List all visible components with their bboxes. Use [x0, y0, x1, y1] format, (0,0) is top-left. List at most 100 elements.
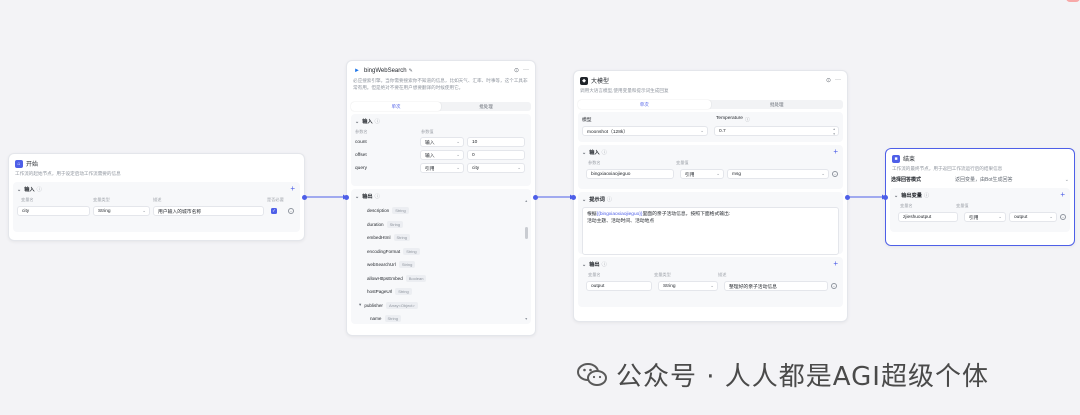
output-desc-input[interactable]: 整理好的亲子活动信息 — [724, 281, 828, 291]
list-item: name String — [370, 312, 527, 324]
model-select[interactable]: moonshot（128k） ⌄ — [582, 126, 708, 136]
tab-batch[interactable]: 批处理 — [441, 102, 531, 111]
required-checkbox[interactable]: ✓ — [271, 208, 277, 214]
var-name-input[interactable]: city — [17, 206, 90, 216]
start-node[interactable]: ⌂ 开始 工作流的起始节点，用于设定启动工作流需要的信息 ⌄ 输入 ⓘ + 变量名 … — [8, 153, 307, 241]
chevron-down-icon[interactable]: ⌄ — [355, 119, 359, 125]
info-icon: ⓘ — [923, 193, 930, 199]
run-icon[interactable]: ⊙ — [514, 67, 519, 74]
temperature-input[interactable]: 0.7 ▴ ▾ — [713, 126, 839, 136]
edit-icon[interactable]: ✎ — [409, 68, 413, 74]
output-var-title: 输出变量 — [901, 193, 922, 199]
end-node[interactable]: ■ 结束 工作流的最终节点，用于返回工作流运行后的结果信息 选择回答模式 返回变… — [883, 148, 1075, 246]
col-required: 是否必要 — [267, 197, 284, 202]
more-icon[interactable]: ··· — [835, 77, 841, 84]
output-name-field[interactable]: output — [586, 281, 652, 291]
chevron-down-icon[interactable]: ⌄ — [582, 150, 586, 156]
chevron-down-icon[interactable]: ⌄ — [17, 187, 21, 193]
input-port[interactable] — [344, 195, 349, 200]
info-icon: ⓘ — [606, 197, 612, 203]
chevron-down-icon[interactable]: ⌄ — [582, 262, 586, 268]
chevron-down-icon[interactable]: ⌄ — [355, 194, 359, 200]
remove-icon[interactable]: − — [288, 208, 294, 214]
remove-icon[interactable]: − — [1060, 214, 1066, 220]
mode-tabs: 单次 批处理 — [351, 102, 531, 111]
info-icon: ⓘ — [36, 187, 42, 193]
add-input-button[interactable]: + — [833, 148, 838, 156]
tab-batch[interactable]: 批处理 — [711, 100, 844, 109]
col-var-type: 变量类型 — [654, 272, 671, 277]
param-value-input[interactable]: 10 — [467, 137, 525, 147]
param-mode-select[interactable]: 输入 ⌄ — [420, 137, 464, 147]
bing-title: bingWebSearch — [364, 67, 407, 74]
output-port[interactable] — [533, 195, 538, 200]
prompt-editor[interactable]: 根据{{bingxiaoxiaojieguo}}里面的亲子活动信息，按照下面格式… — [582, 207, 839, 255]
list-item: webSearchUrl String — [367, 258, 527, 272]
list-item: encodingFormat String — [367, 245, 527, 259]
info-icon: ⓘ — [601, 262, 607, 268]
prompt-variable: {{bingxiaoxiaojieguo}} — [596, 212, 643, 217]
col-param-name: 参数名 — [588, 160, 601, 165]
input-name-field[interactable]: bingxiaoxiaojieguo — [586, 169, 674, 179]
output-port[interactable] — [302, 195, 307, 200]
run-icon[interactable]: ⊙ — [826, 77, 831, 84]
add-output-button[interactable]: + — [1060, 191, 1065, 199]
end-icon: ■ — [892, 154, 900, 163]
add-input-button[interactable]: + — [290, 185, 295, 193]
more-icon[interactable]: ··· — [523, 67, 529, 74]
end-var-name-field[interactable]: zjieshuoutput — [898, 212, 958, 222]
tab-single[interactable]: 单次 — [578, 100, 711, 109]
llm-title: 大模型 — [591, 79, 610, 85]
param-value-select[interactable]: city ⌄ — [467, 163, 525, 173]
input-port[interactable] — [571, 195, 576, 200]
bing-search-node[interactable]: ► bingWebSearch ✎ ⊙ ··· 必应搜索引擎。当你需要搜索你不知道… — [344, 60, 538, 336]
end-var-value-select[interactable]: output ⌄ — [1009, 212, 1057, 222]
col-var-value: 变量值 — [676, 160, 689, 165]
bing-icon: ► — [354, 67, 360, 74]
llm-node[interactable]: ◆ 大模型 ⊙ ··· 调用大语言模型,使用变量和提示词生成回复 单次 批处理 模… — [571, 70, 850, 322]
output-type-select[interactable]: String ⌄ — [658, 281, 718, 291]
col-desc: 描述 — [718, 272, 727, 277]
list-item: embedHtml String — [367, 231, 527, 245]
chevron-down-icon[interactable]: ⌄ — [582, 197, 586, 203]
chevron-down-icon[interactable]: ⌄ — [1065, 177, 1069, 183]
scroll-up-icon[interactable]: ▲ — [525, 199, 528, 203]
end-var-mode-select[interactable]: 引用 ⌄ — [964, 212, 1006, 222]
end-desc: 工作流的最终节点，用于返回工作流运行后的结果信息 — [892, 166, 1003, 171]
end-title: 结束 — [903, 157, 916, 163]
info-icon: ⓘ — [374, 194, 380, 200]
llm-desc: 调用大语言模型,使用变量和提示词生成回复 — [580, 88, 669, 93]
scrollbar[interactable] — [525, 227, 528, 239]
var-type-select[interactable]: String ⌄ — [93, 206, 150, 216]
list-item: ▾ publisher Array<Object> — [359, 299, 527, 313]
info-icon: ⓘ — [374, 119, 380, 125]
start-icon: ⌂ — [15, 159, 23, 168]
col-param-name: 参数名 — [355, 129, 368, 134]
llm-output-title: 输出 — [589, 262, 600, 268]
answer-mode-label: 选择回答模式 — [891, 177, 922, 183]
start-title: 开始 — [26, 162, 39, 168]
param-mode-select[interactable]: 输入 ⌄ — [420, 150, 464, 160]
answer-mode-select[interactable]: 返回变量，由Bot生成回答 — [955, 176, 1065, 183]
add-output-button[interactable]: + — [833, 260, 838, 268]
llm-icon: ◆ — [580, 76, 588, 85]
chevron-down-icon: ▾ — [359, 302, 362, 308]
param-mode-select[interactable]: 引用 ⌄ — [420, 163, 464, 173]
mode-tabs: 单次 批处理 — [578, 100, 843, 109]
input-port[interactable] — [883, 195, 888, 200]
output-port[interactable] — [845, 195, 850, 200]
chevron-down-icon[interactable]: ⌄ — [894, 193, 898, 199]
remove-icon[interactable]: − — [832, 171, 838, 177]
remove-icon[interactable]: − — [831, 283, 837, 289]
list-item: hostPageUrl String — [367, 285, 527, 299]
tab-single[interactable]: 单次 — [351, 102, 441, 111]
wechat-icon — [576, 359, 608, 391]
model-label: 模型 — [582, 118, 592, 123]
start-input-title: 输入 — [24, 187, 35, 193]
param-value-input[interactable]: 0 — [467, 150, 525, 160]
bing-desc: 必应搜索引擎。当你需要搜索你不知道的信息，比如天气、汇率、时事等，这个工具非常有… — [353, 78, 528, 90]
input-value-select[interactable]: msg ⌄ — [727, 169, 829, 179]
input-mode-select[interactable]: 引用 ⌄ — [680, 169, 724, 179]
scroll-down-icon[interactable]: ▼ — [525, 317, 528, 321]
var-desc-input[interactable]: 用户输入的城市名称 — [153, 206, 264, 216]
